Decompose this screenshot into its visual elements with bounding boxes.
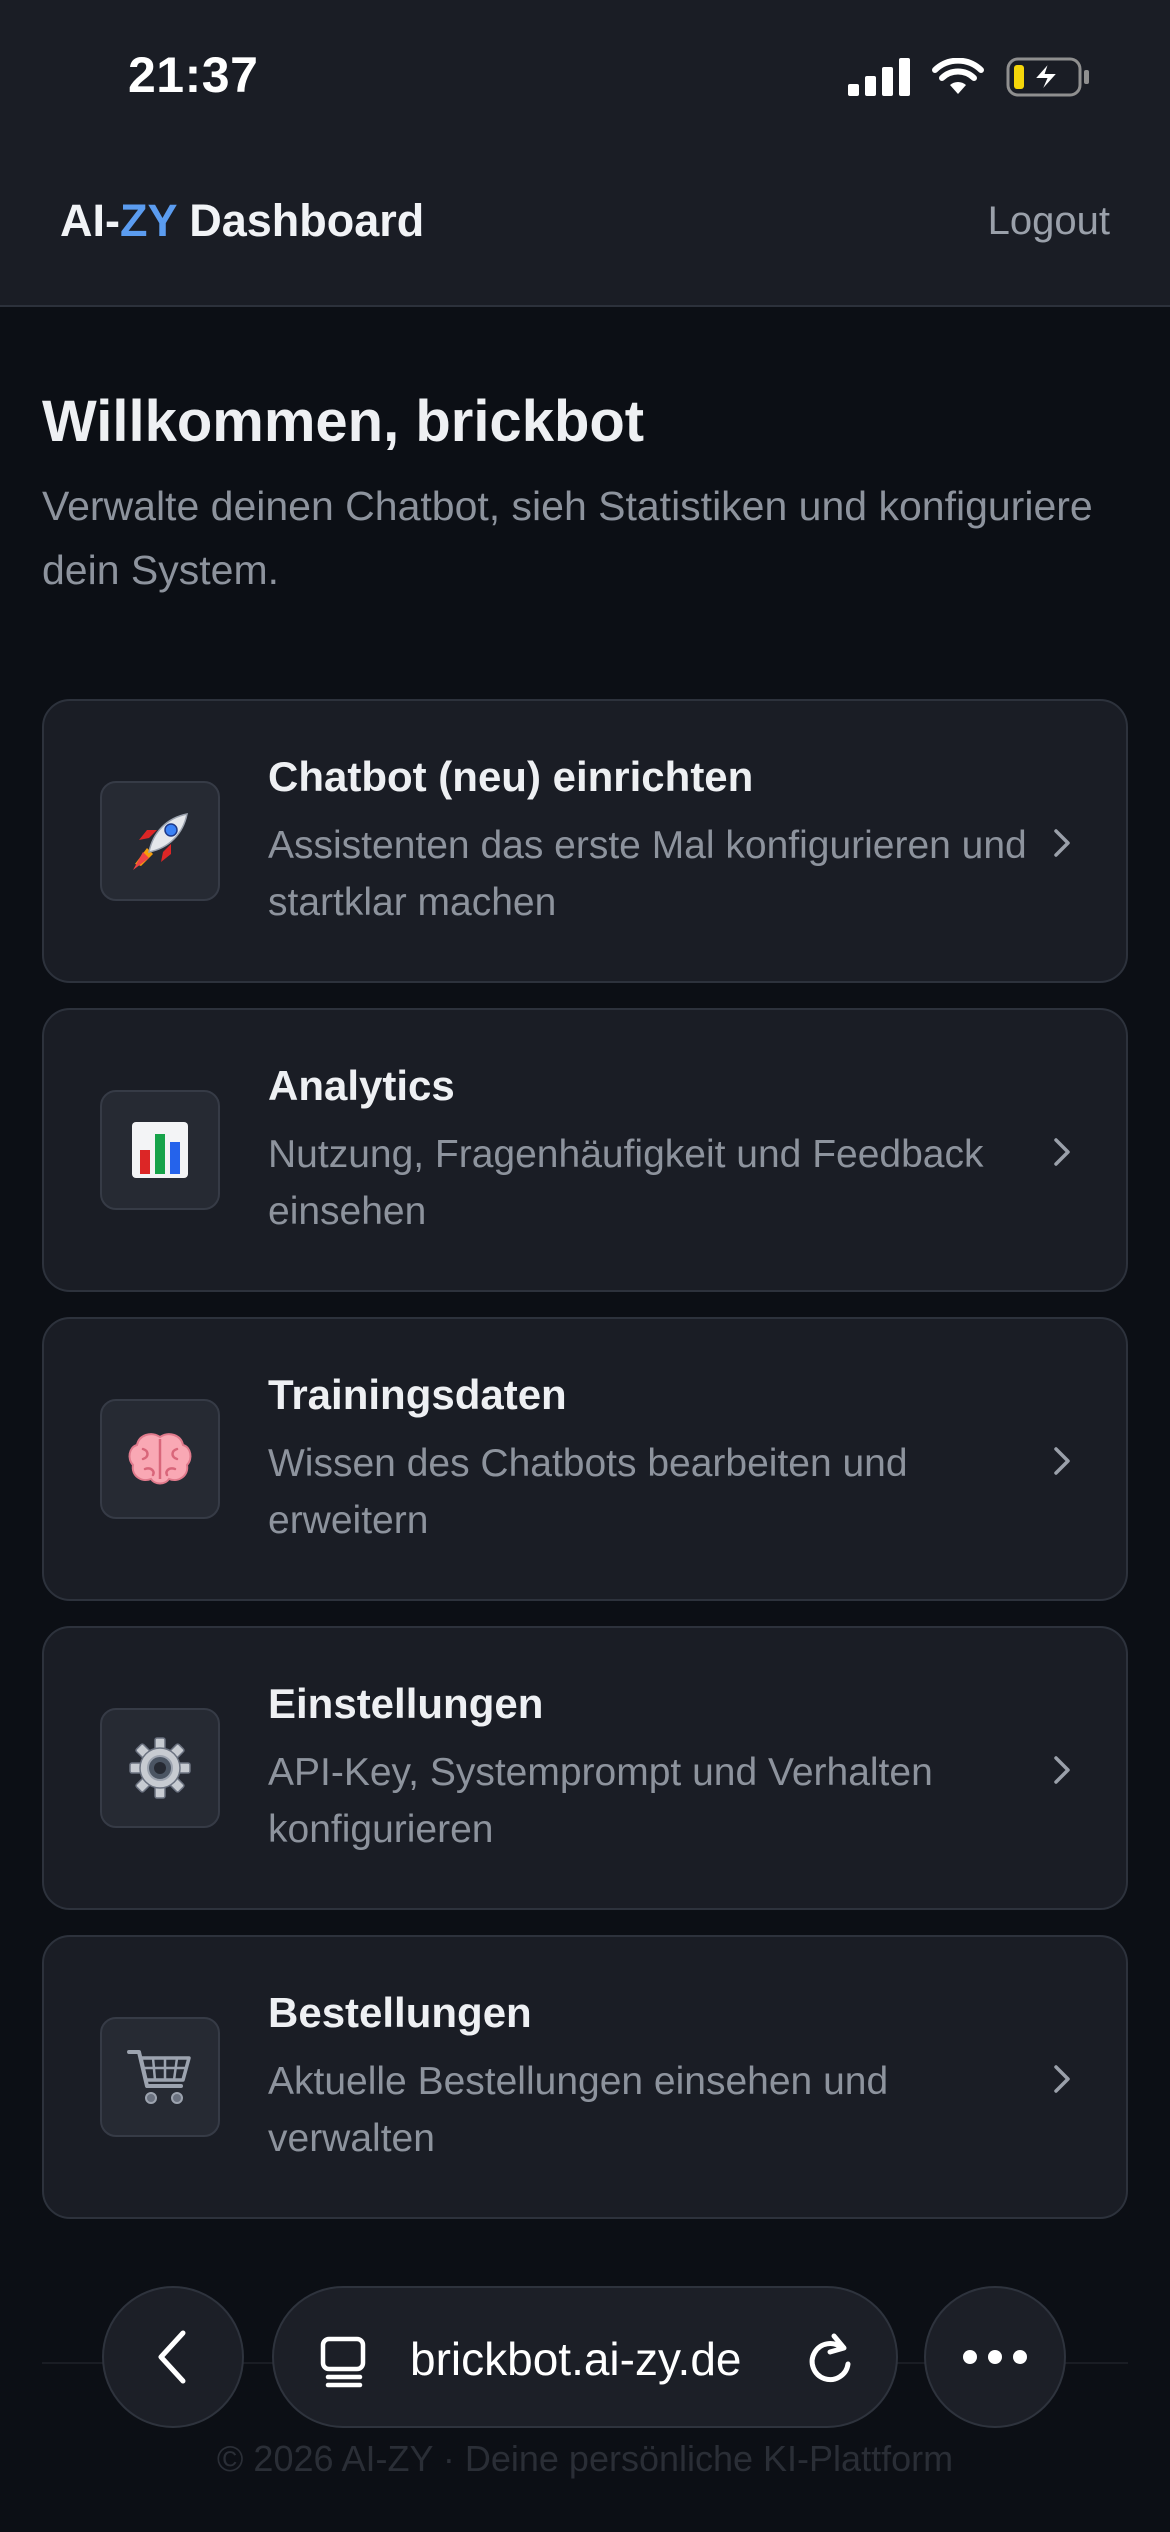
card-chatbot-setup[interactable]: Chatbot (neu) einrichten Assistenten das…	[42, 699, 1128, 983]
status-icons	[848, 56, 1090, 98]
more-icon	[963, 2350, 1027, 2364]
card-title: Trainingsdaten	[268, 1371, 567, 1418]
reload-icon[interactable]	[804, 2332, 856, 2386]
card-orders[interactable]: Bestellungen Aktuelle Bestellungen einse…	[42, 1935, 1128, 2219]
wifi-icon	[932, 58, 984, 94]
status-time: 21:37	[128, 47, 259, 103]
card-icon-box	[100, 1399, 220, 1519]
chevron-right-icon	[1054, 2065, 1070, 2093]
page-title: Willkommen, brickbot	[42, 389, 645, 454]
card-icon-box	[100, 1708, 220, 1828]
chevron-right-icon	[1054, 829, 1070, 857]
tabs-icon	[320, 2336, 366, 2388]
brand-accent: ZY	[120, 195, 177, 246]
bar-chart-icon	[132, 1122, 188, 1178]
shopping-cart-icon	[127, 2050, 191, 2104]
rocket-icon	[133, 813, 188, 870]
brand-suffix: Dashboard	[176, 195, 425, 246]
chevron-right-icon	[1054, 1756, 1070, 1784]
chevron-right-icon	[1054, 1447, 1070, 1475]
browser-more-button[interactable]	[924, 2286, 1066, 2428]
gear-icon	[129, 1737, 191, 1799]
browser-address-bar[interactable]: brickbot.ai-zy.de	[272, 2286, 898, 2428]
logout-button[interactable]: Logout	[988, 199, 1110, 244]
url-text: brickbot.ai-zy.de	[410, 2333, 742, 2385]
status-bar: 21:37	[0, 0, 1170, 155]
browser-back-button[interactable]	[102, 2286, 244, 2428]
card-training-data[interactable]: Trainingsdaten Wissen des Chatbots bearb…	[42, 1317, 1128, 1601]
card-title: Bestellungen	[268, 1989, 532, 2036]
cellular-signal-icon	[848, 58, 910, 96]
card-description: API-Key, Systemprompt und Verhalten konf…	[268, 1751, 933, 1851]
brain-icon	[128, 1433, 192, 1485]
card-description: Assistenten das erste Mal konfigurieren …	[268, 824, 1027, 924]
brand-logo-text: AI-ZY Dashboard	[60, 195, 424, 247]
card-icon-box	[100, 1090, 220, 1210]
card-title: Einstellungen	[268, 1680, 544, 1727]
chevron-right-icon	[1054, 1138, 1070, 1166]
card-title: Chatbot (neu) einrichten	[268, 753, 754, 800]
chevron-left-icon	[158, 2330, 186, 2384]
card-description: Nutzung, Fragenhäufigkeit und Feedback e…	[268, 1133, 984, 1233]
battery-charging-icon	[1006, 57, 1089, 97]
card-icon-box	[100, 781, 220, 901]
card-analytics[interactable]: Analytics Nutzung, Fragenhäufigkeit und …	[42, 1008, 1128, 1292]
footer-copyright: © 2026 AI-ZY · Deine persönliche KI-Plat…	[216, 2438, 954, 2479]
card-title: Analytics	[268, 1062, 455, 1109]
brand-prefix: AI-	[60, 195, 120, 246]
app-header: AI-ZY Dashboard Logout	[0, 155, 1170, 307]
page: 21:37 AI-ZY Dashboard Logout Willkommen,…	[0, 0, 1170, 2532]
card-settings[interactable]: Einstellungen API-Key, Systemprompt und …	[42, 1626, 1128, 1910]
card-description: Aktuelle Bestellungen einsehen und verwa…	[268, 2060, 889, 2160]
page-subtitle: Verwalte deinen Chatbot, sieh Statistike…	[42, 483, 1093, 593]
card-description: Wissen des Chatbots bearbeiten und erwei…	[268, 1442, 908, 1542]
card-icon-box	[100, 2017, 220, 2137]
